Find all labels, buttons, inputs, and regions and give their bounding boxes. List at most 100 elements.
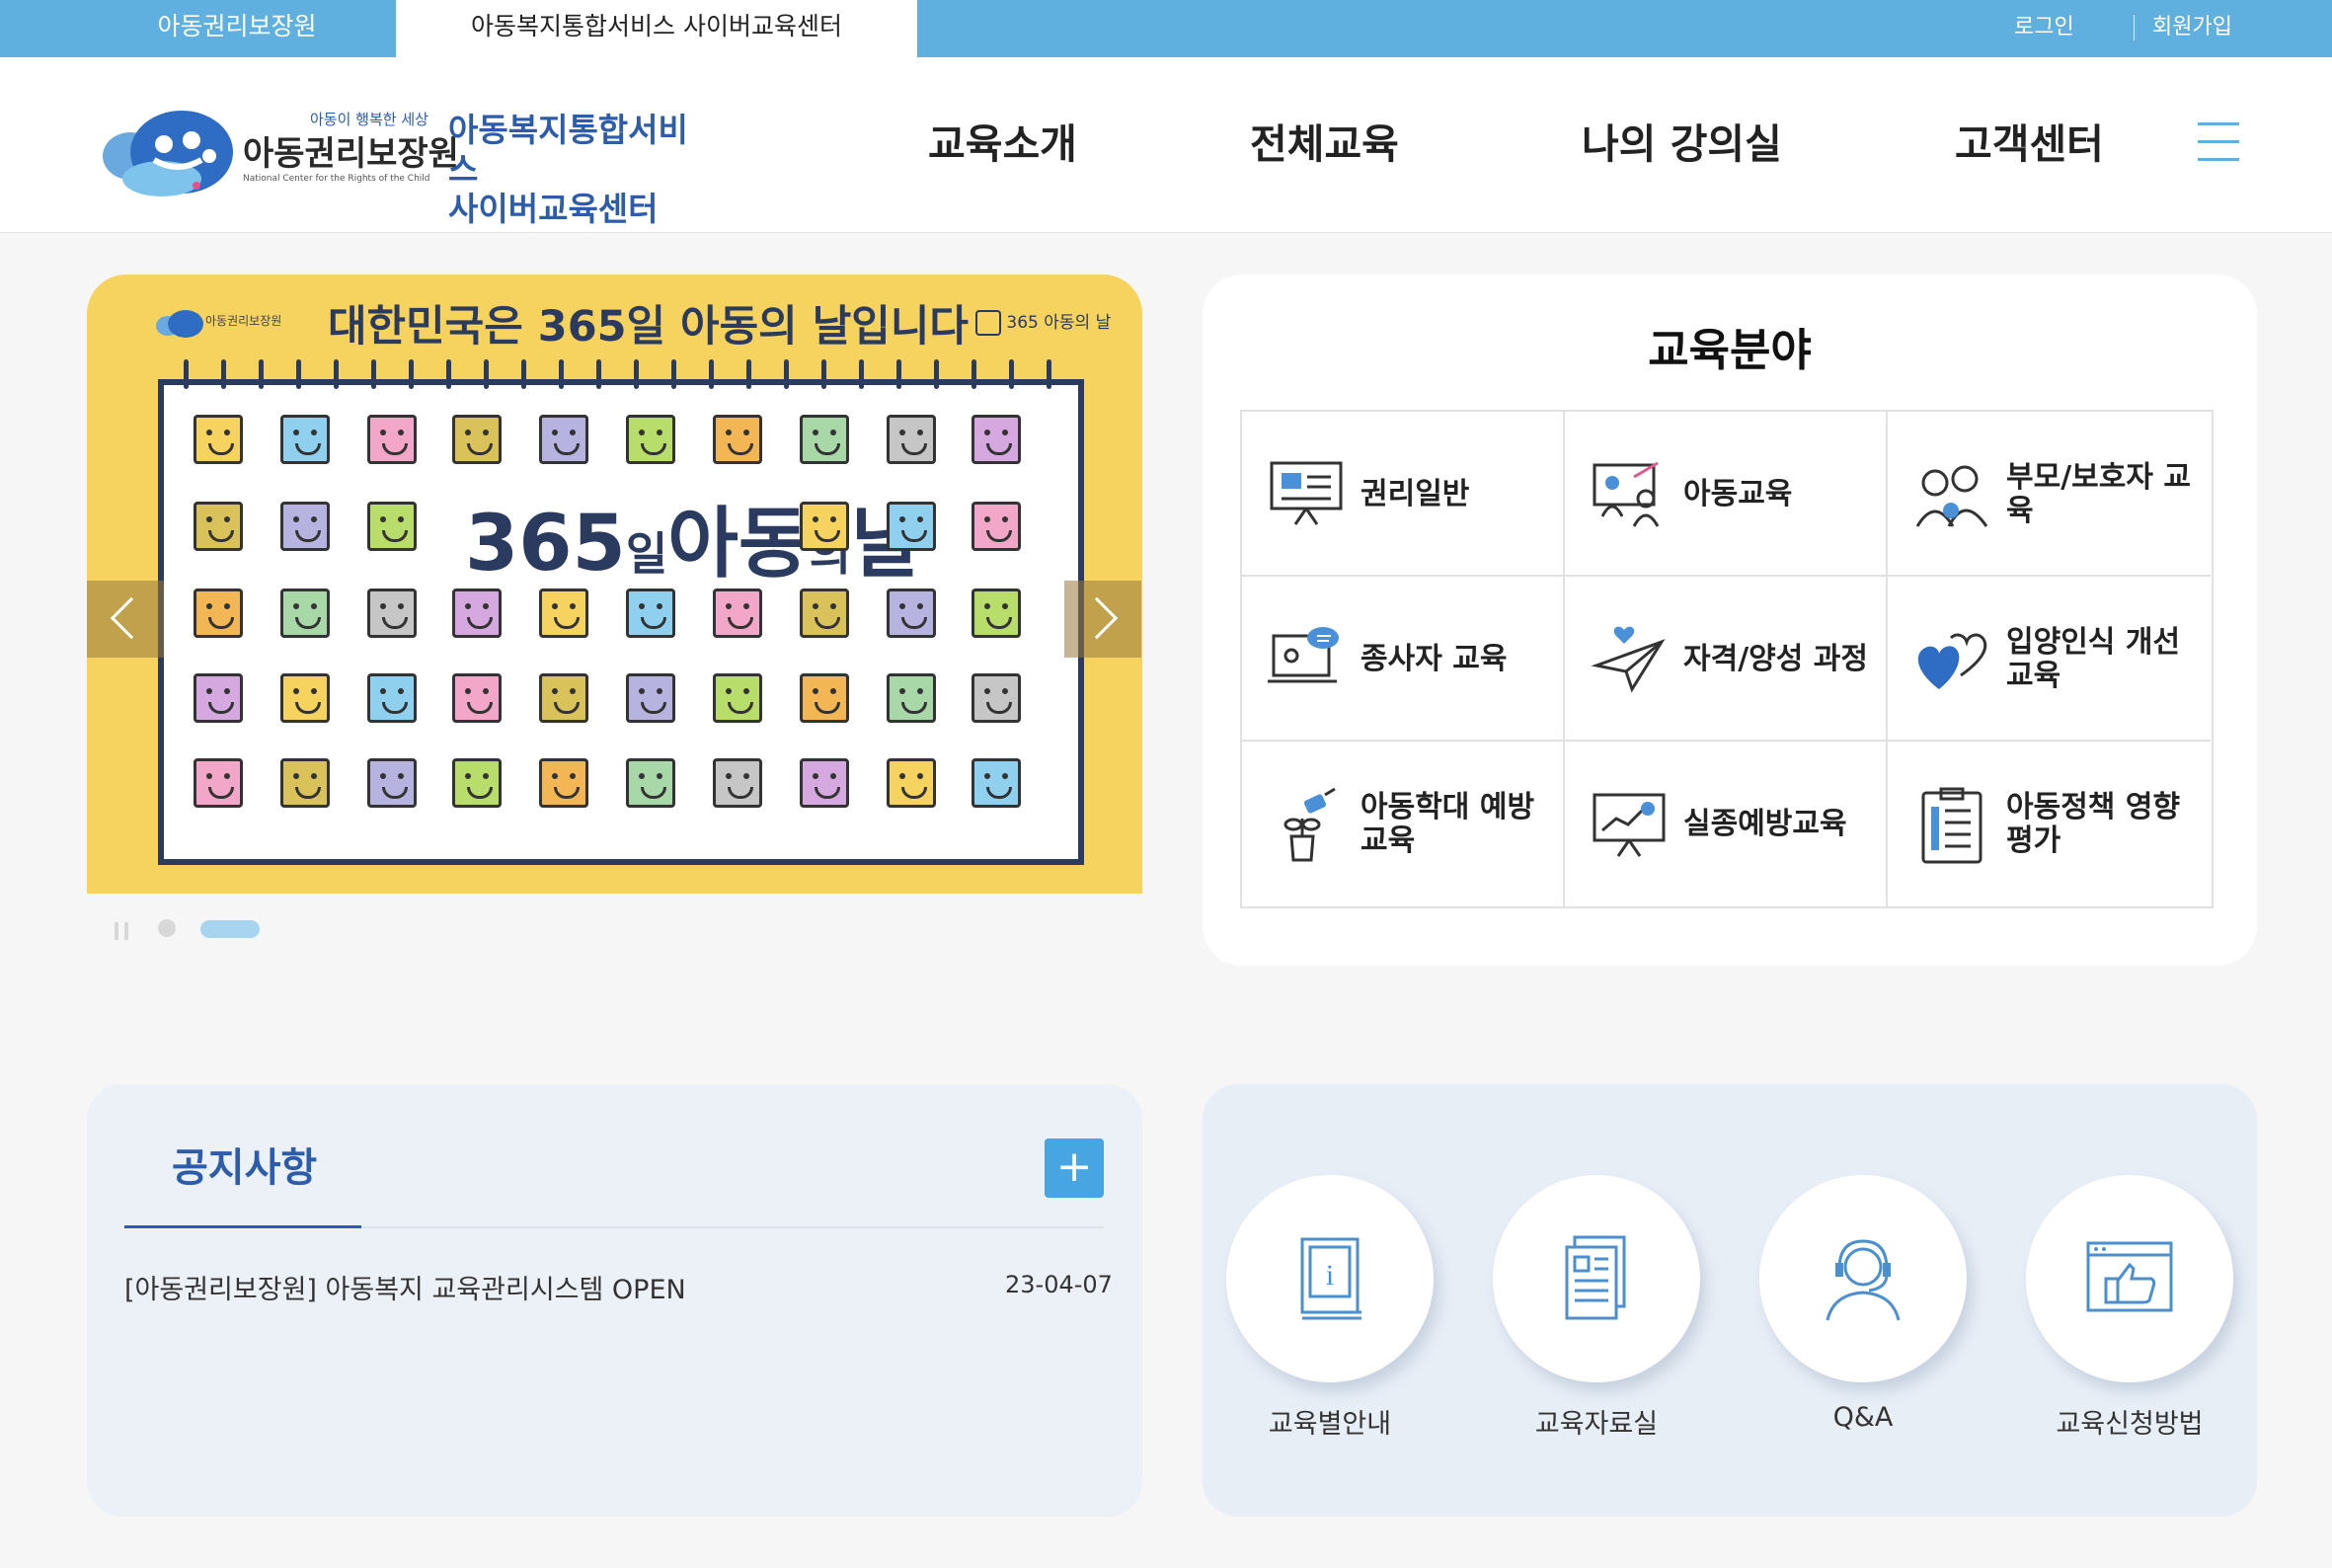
menu-icon[interactable] [2198, 122, 2239, 164]
calendar-ring [859, 359, 864, 389]
smiley-face-icon [452, 588, 502, 638]
smiley-face-icon [972, 673, 1021, 723]
nav-item-my-classroom[interactable]: 나의 강의실 [1582, 115, 1782, 174]
site-link-tab[interactable]: 아동권리보장원 [99, 0, 375, 57]
calendar-ring [446, 359, 451, 389]
calendar-ring [634, 359, 639, 389]
calendar-ring [334, 359, 339, 389]
calendar-ring [972, 359, 976, 389]
smiley-face-icon [280, 673, 330, 723]
slide-dot-2-active[interactable] [200, 920, 260, 938]
calendar-ring [934, 359, 939, 389]
calendar-ring [671, 359, 676, 389]
calendar-ring [709, 359, 714, 389]
active-site-tab[interactable]: 아동복지통합서비스 사이버교육센터 [396, 0, 917, 57]
smiley-face-icon [800, 758, 849, 808]
chart-board-icon [1593, 793, 1666, 857]
smiley-face-icon [713, 758, 762, 808]
smiley-face-icon [194, 588, 243, 638]
calendar-ring [1047, 359, 1051, 389]
quick-link-label: Q&A [1832, 1402, 1894, 1433]
calendar-ring [221, 359, 226, 389]
quick-link-label: 교육별안내 [1268, 1409, 1392, 1440]
field-label: 아동학대 예방교육 [1360, 789, 1535, 858]
field-policy-assessment[interactable]: 아동정책 영향평가 [1888, 742, 2211, 906]
field-missing-prevention[interactable]: 실종예방교육 [1565, 742, 1888, 906]
quick-link-how-to-apply[interactable]: 교육신청방법 [2026, 1175, 2233, 1441]
education-fields-panel: 교육분야 권리일반 아동교육 부모/보호자 교육 종사자 교육 자격/양성 과정… [1203, 274, 2257, 966]
smiley-face-icon [626, 673, 675, 723]
info-book-icon: i [1300, 1237, 1361, 1320]
smiley-face-icon [452, 758, 502, 808]
online-lecture-icon [1268, 627, 1339, 683]
quick-links-panel: i 교육별안내 교육자료실 Q&A 교육신청방법 [1203, 1084, 2257, 1517]
smiley-face-icon [539, 415, 588, 464]
slide-dot-1[interactable] [158, 919, 176, 937]
chevron-left-icon [110, 596, 153, 640]
main-banner[interactable]: 아동권리보장원 대한민국은 365일 아동의 날입니다 365 아동의 날 36… [87, 274, 1142, 894]
smiley-face-icon [800, 415, 849, 464]
field-label: 입양인식 개선 교육 [2006, 624, 2181, 693]
calendar-ring [896, 359, 901, 389]
parents-child-icon [1915, 465, 1988, 527]
calendar-ring [184, 359, 189, 389]
smiley-face-icon [626, 758, 675, 808]
pause-icon[interactable] [115, 922, 128, 940]
smiley-face-icon [887, 758, 936, 808]
smiley-face-icon [367, 588, 417, 638]
smiley-face-icon [887, 588, 936, 638]
calendar-face-icon [975, 310, 1001, 336]
field-worker-education[interactable]: 종사자 교육 [1242, 577, 1565, 742]
logo-service-name: 아동복지통합서비스 사이버교육센터 [448, 111, 705, 229]
field-label: 자격/양성 과정 [1683, 641, 1869, 676]
smiley-face-icon [452, 415, 502, 464]
login-link[interactable]: 로그인 [2014, 0, 2074, 55]
smiley-face-icon [800, 588, 849, 638]
field-label: 종사자 교육 [1360, 641, 1508, 676]
top-bar: 아동권리보장원 아동복지통합서비스 사이버교육센터 로그인 회원가입 [0, 0, 2332, 57]
calendar-day-char: 일 [625, 527, 668, 581]
header: 아동이 행복한 세상 아동권리보장원 National Center for t… [0, 57, 2332, 233]
field-abuse-prevention[interactable]: 아동학대 예방교육 [1242, 742, 1565, 906]
banner-next-button[interactable] [1064, 581, 1141, 658]
presentation-board-icon [1270, 461, 1343, 525]
logo-service-line1: 아동복지통합서비스 [448, 111, 688, 189]
quick-link-qna[interactable]: Q&A [1759, 1175, 1967, 1433]
logo-org-name: 아동권리보장원 [243, 134, 459, 174]
field-label: 실종예방교육 [1683, 806, 1847, 841]
field-child-education[interactable]: 아동교육 [1565, 412, 1888, 577]
quick-link-label: 교육신청방법 [2056, 1409, 2204, 1440]
site-logo[interactable]: 아동이 행복한 세상 아동권리보장원 National Center for t… [103, 105, 705, 228]
hearts-icon [1917, 633, 1987, 689]
calendar-ring [371, 359, 376, 389]
smiley-face-icon [280, 588, 330, 638]
quick-link-label: 교육자료실 [1534, 1409, 1659, 1440]
notice-title[interactable]: 공지사항 [172, 1136, 317, 1193]
smiley-face-icon [539, 673, 588, 723]
signup-link[interactable]: 회원가입 [2152, 0, 2232, 55]
field-rights-general[interactable]: 권리일반 [1242, 412, 1565, 577]
smiley-face-icon [194, 673, 243, 723]
checklist-icon [1921, 787, 1982, 864]
calendar-ring [821, 359, 826, 389]
quick-link-resources[interactable]: 교육자료실 [1493, 1175, 1700, 1441]
smiley-face-icon [626, 588, 675, 638]
banner-badge: 365 아동의 날 [975, 308, 1111, 336]
smiley-face-icon [280, 758, 330, 808]
smiley-face-icon [972, 758, 1021, 808]
banner-prev-button[interactable] [87, 581, 164, 658]
field-parents-education[interactable]: 부모/보호자 교육 [1888, 412, 2211, 577]
field-certification-course[interactable]: 자격/양성 과정 [1565, 577, 1888, 742]
smiley-face-icon [194, 502, 243, 551]
nav-item-customer-center[interactable]: 고객센터 [1955, 115, 2104, 174]
calendar-illustration: 365일아동의날 [158, 359, 1084, 865]
top-divider [2134, 15, 2135, 40]
nav-item-intro[interactable]: 교육소개 [928, 115, 1077, 174]
smiley-face-icon [626, 415, 675, 464]
notice-item-title[interactable]: [아동권리보장원] 아동복지 교육관리시스템 OPEN [124, 1268, 686, 1306]
notice-more-button[interactable]: + [1045, 1138, 1104, 1198]
quick-link-course-guide[interactable]: i 교육별안내 [1226, 1175, 1434, 1441]
nav-item-all-courses[interactable]: 전체교육 [1250, 115, 1399, 174]
calendar-ring [296, 359, 301, 389]
field-adoption-awareness[interactable]: 입양인식 개선 교육 [1888, 577, 2211, 742]
